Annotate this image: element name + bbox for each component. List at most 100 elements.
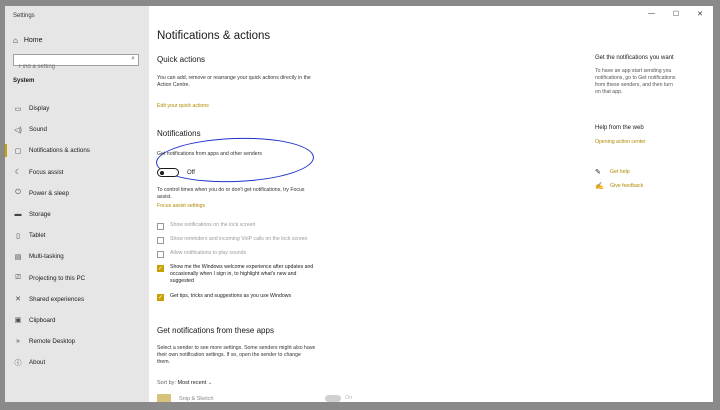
notification-option[interactable]: ✓ Get tips, tricks and suggestions as you… — [157, 293, 291, 301]
option-label: Get tips, tricks and suggestions as you … — [170, 293, 291, 300]
opening-action-center-link[interactable]: Opening action center — [595, 139, 646, 145]
power-icon: ⏻ — [15, 189, 21, 197]
checkbox — [157, 250, 164, 258]
sidebar-item-label: Clipboard — [29, 316, 56, 324]
give-feedback-link[interactable]: ✍ Give feedback — [595, 182, 643, 190]
option-label-line: Get tips, tricks and suggestions as you … — [170, 293, 292, 299]
sort-label: Sort by: — [157, 380, 176, 386]
sender-name: Snip & Sketch — [179, 396, 214, 402]
focus-info-2: assist. — [157, 194, 172, 200]
notifications-toggle-row: Off — [157, 168, 195, 177]
sidebar-item-shared-experiences[interactable]: ✕ Shared experiences — [5, 289, 149, 310]
sidebar-item-label: Tablet — [29, 232, 46, 240]
sidebar-item-tablet[interactable]: ▯ Tablet — [5, 225, 149, 246]
sidebar-item-label: Notifications & actions — [29, 147, 90, 155]
get-help-link[interactable]: ✎ Get help — [595, 168, 630, 176]
right-text-4: on that app. — [595, 89, 623, 95]
sidebar-item-label: Projecting to this PC — [29, 274, 86, 282]
get-help-label: Get help — [610, 169, 630, 175]
sidebar-item-projecting-to-this-pc[interactable]: ⎚ Projecting to this PC — [5, 268, 149, 289]
right-heading-2: Help from the web — [595, 125, 644, 131]
option-label: Show me the Windows welcome experience a… — [170, 264, 313, 285]
sidebar-item-power-sleep[interactable]: ⏻ Power & sleep — [5, 183, 149, 204]
sidebar-item-label: Power & sleep — [29, 189, 69, 197]
option-label-line: Show notifications on the lock screen — [170, 222, 256, 228]
settings-window: Settings ⌂ Home ⌕ System ▭ Display ◁) Sound… — [5, 6, 713, 402]
chevron-down-icon: ⌄ — [207, 380, 213, 386]
toggle-state: Off — [187, 169, 195, 176]
senders-text-1: Select a sender to see more settings. So… — [157, 345, 316, 351]
annotation-ellipse — [155, 135, 315, 185]
checkbox — [157, 222, 164, 230]
home-icon: ⌂ — [13, 36, 18, 45]
home-label: Home — [23, 37, 43, 44]
focus-info-1: To control times when you do or don't ge… — [157, 187, 305, 193]
sidebar-item-label: Focus assist — [29, 168, 64, 176]
checkbox-checked[interactable]: ✓ — [157, 264, 164, 272]
search-icon[interactable]: ⌕ — [131, 55, 135, 63]
quick-actions-text-2: Action Centre. — [157, 82, 190, 88]
sidebar-item-display[interactable]: ▭ Display — [5, 98, 149, 119]
remote-desktop-icon: » — [16, 338, 20, 346]
snip-sketch-icon — [157, 394, 171, 402]
multitasking-icon: ▤ — [14, 253, 22, 261]
notification-option: Allow notifications to play sounds — [157, 250, 246, 258]
sidebar-item-focus-assist[interactable]: ☾ Focus assist — [5, 162, 149, 183]
sender-row[interactable]: Snip & Sketch — [157, 394, 214, 402]
sidebar-item-label: About — [29, 359, 46, 367]
focus-assist-settings-link[interactable]: Focus assist settings — [157, 203, 205, 209]
right-heading-1: Get the notifications you want — [595, 55, 674, 61]
notification-option: Show notifications on the lock screen — [157, 222, 255, 230]
sidebar-item-clipboard[interactable]: ▣ Clipboard — [5, 310, 149, 331]
notifications-heading: Notifications — [157, 129, 201, 138]
projecting-icon: ⎚ — [15, 274, 21, 282]
sound-icon: ◁) — [14, 126, 22, 134]
give-feedback-label: Give feedback — [610, 183, 644, 189]
senders-heading: Get notifications from these apps — [157, 326, 274, 335]
sidebar-item-notifications-actions[interactable]: ▢ Notifications & actions — [5, 140, 149, 161]
sidebar-home[interactable]: ⌂ Home — [13, 36, 43, 45]
sort-value[interactable]: Most recent — [177, 380, 206, 386]
tablet-icon: ▯ — [16, 232, 20, 240]
senders-text-2: their own notification settings. If so, … — [157, 352, 301, 358]
sidebar-item-about[interactable]: ⓘ About — [5, 352, 149, 373]
notification-option[interactable]: ✓ Show me the Windows welcome experience … — [157, 264, 313, 285]
search-input[interactable] — [14, 62, 127, 72]
edit-quick-actions-link[interactable]: Edit your quick actions — [157, 103, 209, 109]
toggle-label: Get notifications from apps and other se… — [157, 151, 262, 157]
quick-actions-heading: Quick actions — [157, 55, 206, 64]
storage-icon: ▬ — [14, 211, 22, 219]
sidebar-nav: ▭ Display ◁) Sound ▢ Notifications & actions ☾… — [5, 98, 149, 373]
sidebar-item-sound[interactable]: ◁) Sound — [5, 119, 149, 140]
display-icon: ▭ — [14, 105, 22, 113]
sidebar: Settings ⌂ Home ⌕ System ▭ Display ◁) Sound… — [5, 6, 149, 402]
focus-assist-icon: ☾ — [14, 169, 22, 177]
checkbox — [157, 236, 164, 244]
sidebar-item-label: Multi-tasking — [29, 253, 64, 261]
option-label: Show reminders and incoming VoIP calls o… — [170, 236, 307, 243]
app-title: Settings — [13, 13, 35, 19]
sidebar-item-label: Storage — [29, 211, 51, 219]
right-text-1: To have an app start sending you — [595, 68, 672, 74]
search-box[interactable]: ⌕ — [13, 54, 139, 72]
sort-row[interactable]: Sort by: Most recent ⌄ — [157, 380, 212, 386]
section-label: System — [13, 78, 35, 84]
checkbox-checked[interactable]: ✓ — [157, 293, 164, 301]
right-text-3: from these senders, and then turn — [595, 82, 673, 88]
quick-actions-text-1: You can add, remove or rearrange your qu… — [157, 75, 311, 81]
sidebar-item-label: Sound — [29, 126, 47, 134]
notifications-toggle[interactable] — [157, 168, 179, 177]
help-chat-icon: ✎ — [595, 169, 601, 176]
option-label: Show notifications on the lock screen — [170, 222, 255, 229]
sidebar-item-remote-desktop[interactable]: » Remote Desktop — [5, 331, 149, 352]
option-label-line: suggested — [170, 278, 194, 284]
sidebar-item-storage[interactable]: ▬ Storage — [5, 204, 149, 225]
main-content: Notifications & actions Quick actions Yo… — [155, 6, 713, 402]
sidebar-item-multi-tasking[interactable]: ▤ Multi-tasking — [5, 246, 149, 267]
senders-text-3: them. — [157, 359, 170, 365]
sender-toggle[interactable] — [325, 395, 341, 402]
about-icon: ⓘ — [14, 359, 22, 367]
clipboard-icon: ▣ — [14, 317, 22, 325]
feedback-icon: ✍ — [595, 183, 604, 190]
toggle-knob — [160, 170, 164, 175]
